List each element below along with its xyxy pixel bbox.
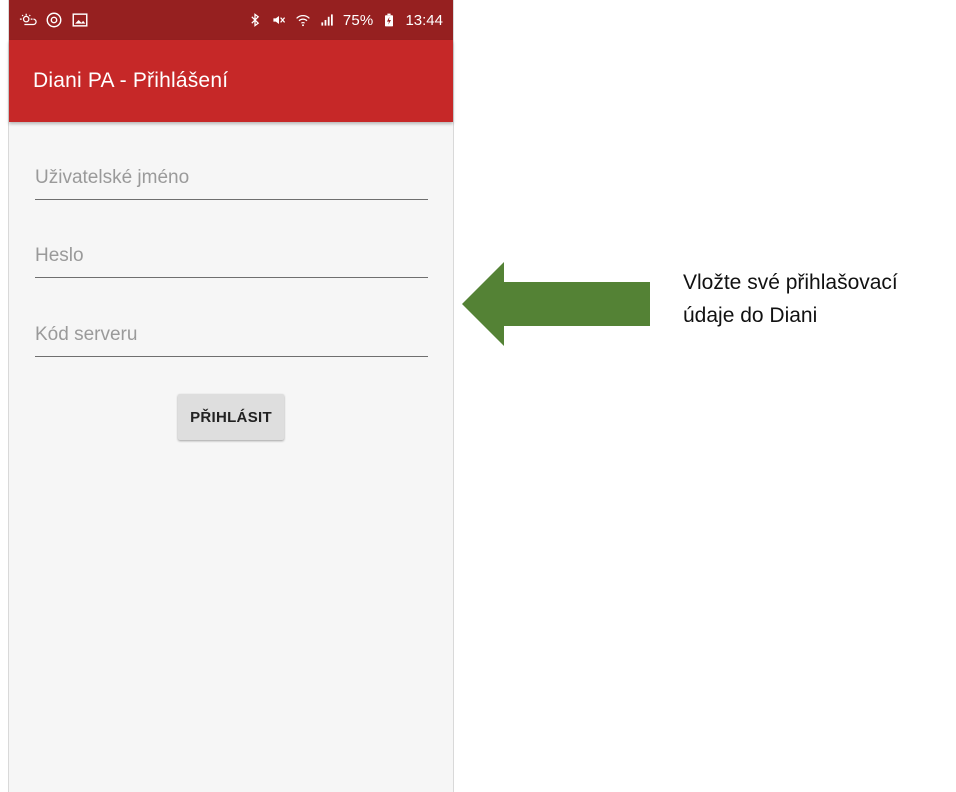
left-arrow-icon [462,262,650,346]
server-code-field[interactable] [35,319,428,357]
status-right-icons: 75% 13:44 [247,11,443,29]
battery-icon [381,11,397,29]
instruction-note: Vložte své přihlašovací údaje do Diani [683,266,953,332]
instruction-line-1: Vložte své přihlašovací [683,271,898,294]
username-field[interactable] [35,162,428,200]
status-bar: 75% 13:44 [9,0,453,40]
app-bar: Diani PA - Přihlášení [9,40,453,122]
circle-status-icon [45,11,63,29]
gallery-icon [71,11,89,29]
username-input[interactable] [35,162,428,199]
instruction-line-2: údaje do Diani [683,304,818,327]
wifi-icon [295,11,311,29]
password-field[interactable] [35,240,428,278]
weather-icon [19,11,37,29]
status-time: 13:44 [405,11,443,29]
login-button[interactable]: PŘIHLÁSIT [178,394,284,440]
battery-percentage: 75% [342,11,374,29]
mute-icon [271,11,287,29]
bluetooth-icon [247,11,263,29]
status-left-icons [19,11,89,29]
server-code-input[interactable] [35,319,428,356]
signal-icon [319,11,335,29]
phone-screen: 75% 13:44 Diani PA - Přihlášení PŘIHLÁSI… [8,0,454,792]
password-input[interactable] [35,240,428,277]
app-title: Diani PA - Přihlášení [33,69,229,92]
